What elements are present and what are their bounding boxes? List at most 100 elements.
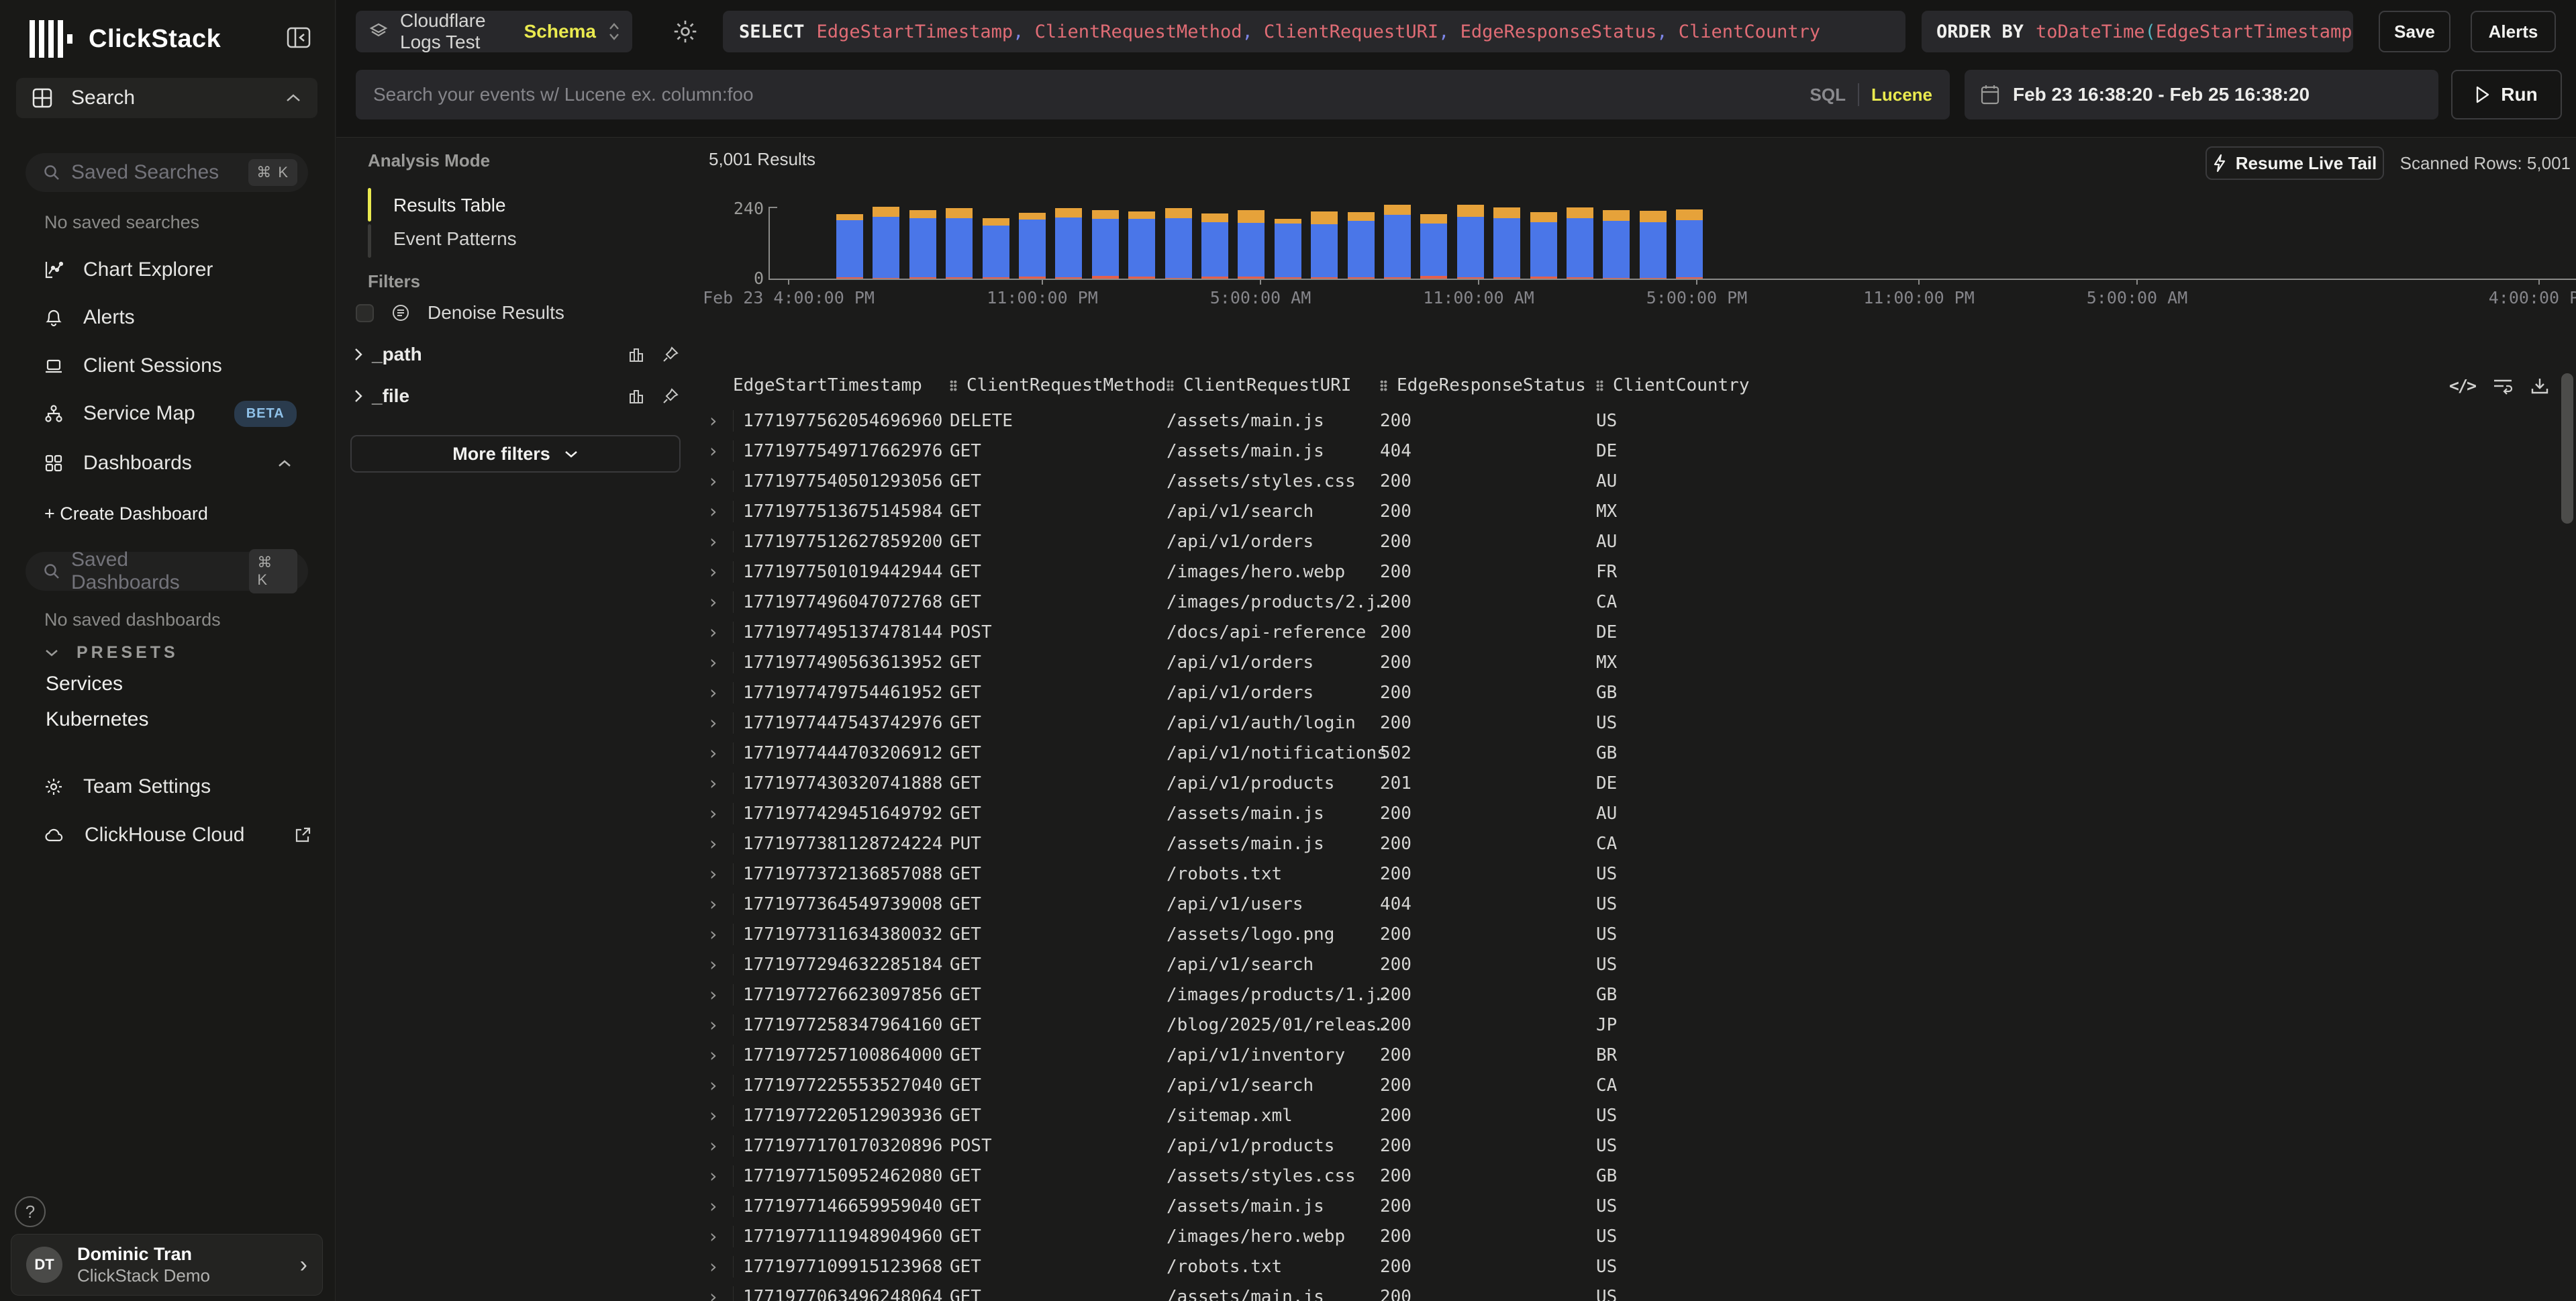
row-expand-chevron[interactable]: › [698, 742, 733, 764]
sidebar-item-chart-explorer[interactable]: Chart Explorer [16, 252, 317, 287]
table-row[interactable]: › 1771977479754461952 GET /api/v1/orders… [698, 677, 2561, 708]
pin-icon[interactable] [662, 387, 679, 405]
more-filters-button[interactable]: More filters [350, 435, 681, 473]
user-menu[interactable]: DT Dominic Tran ClickStack Demo › [11, 1234, 323, 1296]
histogram-bar[interactable] [983, 218, 1009, 279]
resume-live-tail-button[interactable]: Resume Live Tail [2206, 146, 2384, 180]
select-clause-editor[interactable]: SELECT EdgeStartTimestamp, ClientRequest… [723, 11, 1905, 52]
drag-handle-icon[interactable] [1167, 380, 1174, 391]
row-expand-chevron[interactable]: › [698, 1074, 733, 1096]
histogram-bar[interactable] [946, 208, 973, 279]
column-header[interactable]: ClientRequestMethod [950, 375, 1167, 395]
collapse-sidebar-icon[interactable] [287, 27, 311, 48]
row-expand-chevron[interactable]: › [698, 500, 733, 522]
row-expand-chevron[interactable]: › [698, 561, 733, 583]
row-expand-chevron[interactable]: › [698, 530, 733, 552]
orderby-clause-editor[interactable]: ORDER BY toDateTime(EdgeStartTimestamp / [1922, 11, 2353, 52]
table-row[interactable]: › 1771977364549739008 GET /api/v1/users … [698, 889, 2561, 919]
sidebar-item-service-map[interactable]: Service Map BETA [16, 396, 317, 431]
source-selector[interactable]: Cloudflare Logs Test Schema [356, 11, 632, 52]
filter-field-path[interactable]: _path [353, 344, 679, 365]
histogram-bar[interactable] [1640, 211, 1667, 279]
row-expand-chevron[interactable]: › [698, 1104, 733, 1126]
row-expand-chevron[interactable]: › [698, 893, 733, 915]
search-input[interactable]: Search your events w/ Lucene ex. column:… [356, 70, 1950, 119]
saved-searches-input[interactable]: Saved Searches ⌘ K [26, 153, 308, 192]
row-expand-chevron[interactable]: › [698, 651, 733, 673]
table-row[interactable]: › 1771977372136857088 GET /robots.txt 20… [698, 859, 2561, 889]
histogram-bar[interactable] [1055, 208, 1082, 279]
histogram-bar[interactable] [1019, 213, 1046, 279]
mode-results-table[interactable]: Results Table [393, 195, 506, 216]
row-expand-chevron[interactable]: › [698, 802, 733, 824]
row-expand-chevron[interactable]: › [698, 470, 733, 492]
sidebar-item-alerts[interactable]: Alerts [16, 300, 317, 335]
column-header[interactable]: EdgeStartTimestamp [733, 375, 950, 395]
pin-icon[interactable] [662, 346, 679, 363]
histogram-bar[interactable] [1384, 205, 1411, 279]
histogram-bar[interactable] [1493, 207, 1520, 279]
histogram-bar[interactable] [1348, 212, 1375, 279]
table-row[interactable]: › 1771977146659959040 GET /assets/main.j… [698, 1191, 2561, 1221]
table-row[interactable]: › 1771977496047072768 GET /images/produc… [698, 587, 2561, 617]
histogram-plot[interactable] [698, 189, 2576, 279]
table-row[interactable]: › 1771977381128724224 PUT /assets/main.j… [698, 828, 2561, 859]
histogram-bar[interactable] [1676, 209, 1703, 279]
histogram-bar[interactable] [1165, 208, 1192, 279]
row-expand-chevron[interactable]: › [698, 863, 733, 885]
histogram-bar[interactable] [1530, 212, 1557, 279]
row-expand-chevron[interactable]: › [698, 440, 733, 462]
row-expand-chevron[interactable]: › [698, 1286, 733, 1301]
bar-chart-icon[interactable] [628, 346, 646, 363]
histogram-bar[interactable] [1603, 210, 1630, 279]
table-row[interactable]: › 1771977258347964160 GET /blog/2025/01/… [698, 1010, 2561, 1040]
preset-kubernetes[interactable]: Kubernetes [46, 708, 148, 731]
table-row[interactable]: › 1771977540501293056 GET /assets/styles… [698, 466, 2561, 496]
table-row[interactable]: › 1771977257100864000 GET /api/v1/invent… [698, 1040, 2561, 1070]
row-expand-chevron[interactable]: › [698, 772, 733, 794]
row-expand-chevron[interactable]: › [698, 621, 733, 643]
row-expand-chevron[interactable]: › [698, 1044, 733, 1066]
table-row[interactable]: › 1771977562054696960 DELETE /assets/mai… [698, 405, 2561, 436]
histogram-bar[interactable] [1420, 214, 1447, 279]
table-row[interactable]: › 1771977111948904960 GET /images/hero.w… [698, 1221, 2561, 1251]
date-range-picker[interactable]: Feb 23 16:38:20 - Feb 25 16:38:20 [1965, 70, 2438, 119]
table-row[interactable]: › 1771977444703206912 GET /api/v1/notifi… [698, 738, 2561, 768]
column-header[interactable]: EdgeResponseStatus [1380, 375, 1596, 395]
table-row[interactable]: › 1771977220512903936 GET /sitemap.xml 2… [698, 1100, 2561, 1130]
presets-section-toggle[interactable]: PRESETS [44, 643, 179, 663]
preset-services[interactable]: Services [46, 673, 123, 695]
denoise-results-row[interactable]: Denoise Results [356, 302, 564, 324]
histogram-bar[interactable] [1311, 211, 1338, 279]
table-row[interactable]: › 1771977512627859200 GET /api/v1/orders… [698, 526, 2561, 557]
drag-handle-icon[interactable] [1596, 380, 1603, 391]
column-header[interactable]: ClientRequestURI [1167, 375, 1380, 395]
row-expand-chevron[interactable]: › [698, 953, 733, 975]
alerts-button[interactable]: Alerts [2471, 11, 2556, 52]
row-expand-chevron[interactable]: › [698, 983, 733, 1006]
row-expand-chevron[interactable]: › [698, 832, 733, 855]
table-row[interactable]: › 1771977063496248064 GET /assets/main.j… [698, 1282, 2561, 1301]
row-expand-chevron[interactable]: › [698, 1195, 733, 1217]
row-expand-chevron[interactable]: › [698, 409, 733, 432]
table-row[interactable]: › 1771977311634380032 GET /assets/logo.p… [698, 919, 2561, 949]
download-icon[interactable] [2530, 377, 2549, 395]
histogram-bar[interactable] [1092, 210, 1119, 279]
histogram-bar[interactable] [909, 210, 936, 279]
histogram-bar[interactable] [1457, 205, 1484, 279]
bar-chart-icon[interactable] [628, 387, 646, 405]
drag-handle-icon[interactable] [950, 380, 957, 391]
table-row[interactable]: › 1771977430320741888 GET /api/v1/produc… [698, 768, 2561, 798]
histogram-bar[interactable] [1275, 219, 1301, 279]
run-button[interactable]: Run [2451, 70, 2562, 119]
table-row[interactable]: › 1771977109915123968 GET /robots.txt 20… [698, 1251, 2561, 1282]
sidebar-item-clickhouse-cloud[interactable]: ClickHouse Cloud [16, 818, 317, 853]
denoise-checkbox[interactable] [356, 304, 374, 322]
drag-handle-icon[interactable] [1380, 380, 1387, 391]
histogram-bar[interactable] [1201, 213, 1228, 279]
table-row[interactable]: › 1771977549717662976 GET /assets/main.j… [698, 436, 2561, 466]
source-settings-gear-icon[interactable] [673, 19, 698, 44]
saved-dashboards-input[interactable]: Saved Dashboards ⌘ K [26, 552, 308, 591]
create-dashboard-button[interactable]: + Create Dashboard [44, 503, 208, 524]
sql-toggle[interactable]: SQL [1810, 85, 1846, 105]
